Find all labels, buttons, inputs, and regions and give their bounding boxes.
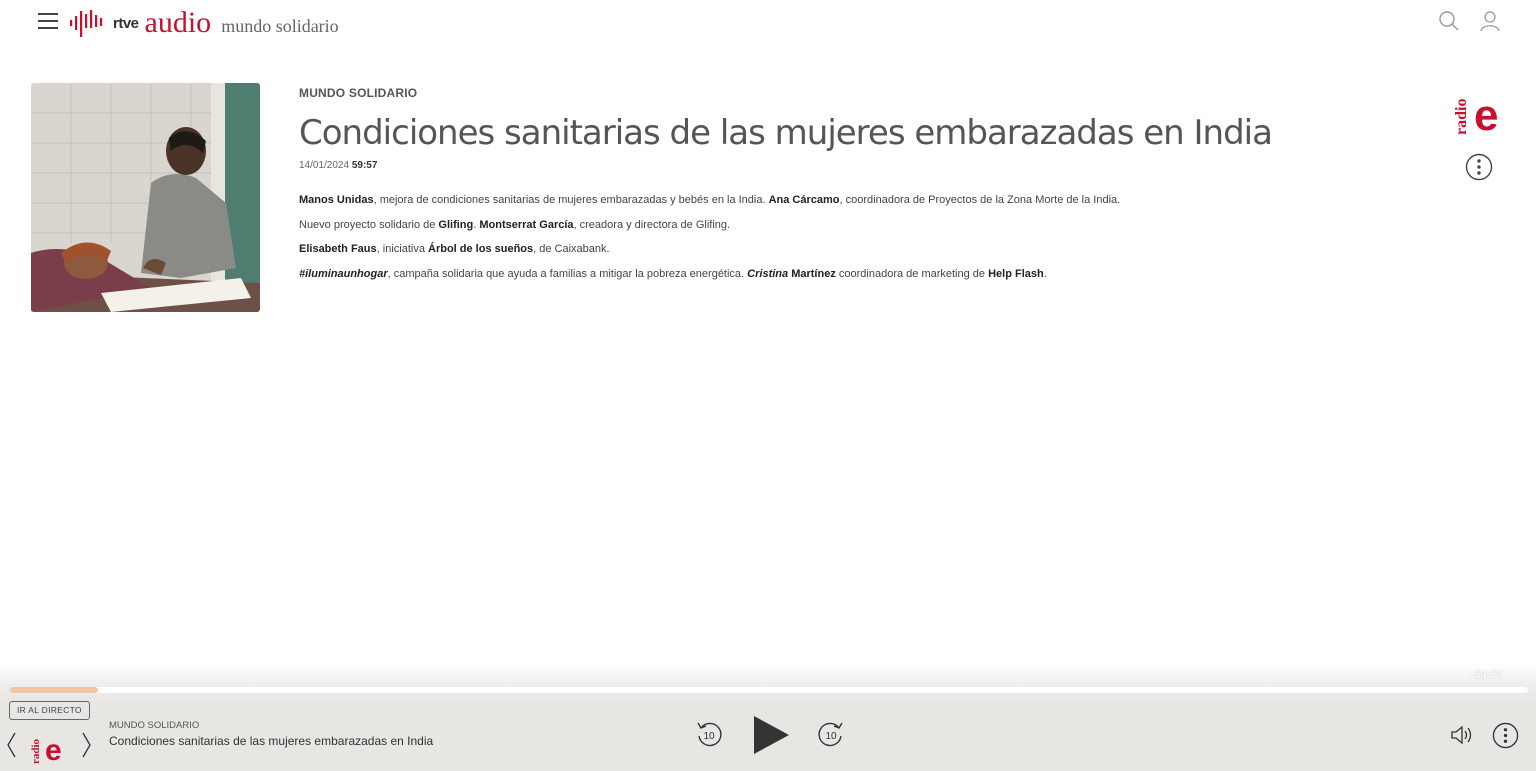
episode-thumbnail[interactable] [31, 83, 260, 312]
audio-wordmark: audio [144, 6, 212, 39]
description-highlight: Cristina [747, 267, 789, 280]
description-highlight: Glifing [438, 218, 474, 231]
now-playing-title[interactable]: Condiciones sanitarias de las mujeres em… [109, 734, 433, 748]
episode-duration: 59:57 [351, 160, 378, 171]
site-header: rtve audio mundo solidario [0, 0, 1536, 44]
description-highlight: Martínez [788, 267, 836, 280]
description-text: , coordinadora de Proyectos de la Zona M… [839, 194, 1121, 206]
description-highlight: #iluminaunhogar [299, 267, 388, 280]
now-playing-program: MUNDO SOLIDARIO [109, 720, 200, 731]
progress-fill [10, 687, 99, 693]
description-text: Nuevo proyecto solidario de [299, 218, 439, 231]
description-text: . [1043, 267, 1047, 280]
description-text: , iniciativa [376, 243, 428, 255]
hospital-scene-image [31, 83, 260, 312]
description-line: #iluminaunhogar, campaña solidaria que a… [299, 262, 1299, 287]
episode-title: Condiciones sanitarias de las mujeres em… [299, 113, 1273, 153]
description-highlight: Montserrat García [479, 218, 574, 231]
hamburger-menu-icon[interactable] [38, 13, 58, 29]
radio-e-station-logo[interactable]: radio e [1455, 90, 1507, 136]
description-highlight: Help Flash [988, 267, 1044, 280]
station-logo-top: radio [1455, 99, 1470, 135]
radio-e-player-logo: radio e [30, 734, 62, 764]
sound-bars-icon [70, 10, 103, 37]
description-text: , campaña solidaria que ayuda a familias… [387, 267, 748, 280]
description-line: Nuevo proyecto solidario de Glifing. Mon… [299, 213, 1299, 238]
episode-meta: 14/01/2024 59:57 [299, 160, 377, 171]
rewind-seconds: 10 [703, 731, 715, 742]
player-more-options-icon[interactable] [1492, 722, 1519, 749]
play-icon[interactable] [751, 714, 791, 756]
description-text: , de Caixabank. [533, 243, 610, 255]
episode-date: 14/01/2024 [299, 160, 350, 171]
more-options-icon[interactable] [1465, 153, 1493, 181]
description-text: coordinadora de marketing de [835, 267, 989, 280]
rewind-10-icon[interactable]: 10 [695, 720, 723, 748]
forward-seconds: 10 [825, 731, 837, 742]
volume-icon[interactable] [1450, 724, 1474, 746]
description-highlight: Elisabeth Faus [299, 243, 377, 255]
rtve-audio-logo[interactable]: rtve audio mundo solidario [70, 6, 339, 40]
description-highlight: Árbol de los sueños [428, 243, 534, 255]
description-line: Manos Unidas, mejora de condiciones sani… [299, 188, 1299, 213]
episode-description: Manos Unidas, mejora de condiciones sani… [299, 188, 1299, 286]
program-name[interactable]: MUNDO SOLIDARIO [299, 86, 417, 100]
rtve-wordmark: rtve [113, 14, 139, 32]
time-remaining: -59:53 [1470, 669, 1502, 681]
chevron-right-icon[interactable] [80, 731, 92, 759]
audio-player-bar: -59:53 IR AL DIRECTO radio e MUNDO SOLID… [0, 664, 1536, 771]
station-logo-letter: e [45, 734, 62, 764]
description-line: Elisabeth Faus, iniciativa Árbol de los … [299, 237, 1299, 262]
live-button[interactable]: IR AL DIRECTO [9, 701, 90, 720]
description-highlight: Ana Cárcamo [768, 194, 840, 206]
description-highlight: Manos Unidas [299, 194, 374, 206]
search-icon[interactable] [1438, 10, 1460, 32]
progress-bar[interactable] [10, 687, 1528, 693]
station-logo-letter: e [1474, 91, 1498, 136]
description-text: , mejora de condiciones sanitarias de mu… [373, 194, 769, 206]
user-icon[interactable] [1479, 10, 1501, 32]
chevron-left-icon[interactable] [6, 731, 18, 759]
station-logo-top: radio [30, 738, 42, 764]
description-text: , creadora y directora de Glifing. [573, 218, 731, 231]
forward-10-icon[interactable]: 10 [817, 720, 845, 748]
section-name[interactable]: mundo solidario [221, 16, 339, 37]
